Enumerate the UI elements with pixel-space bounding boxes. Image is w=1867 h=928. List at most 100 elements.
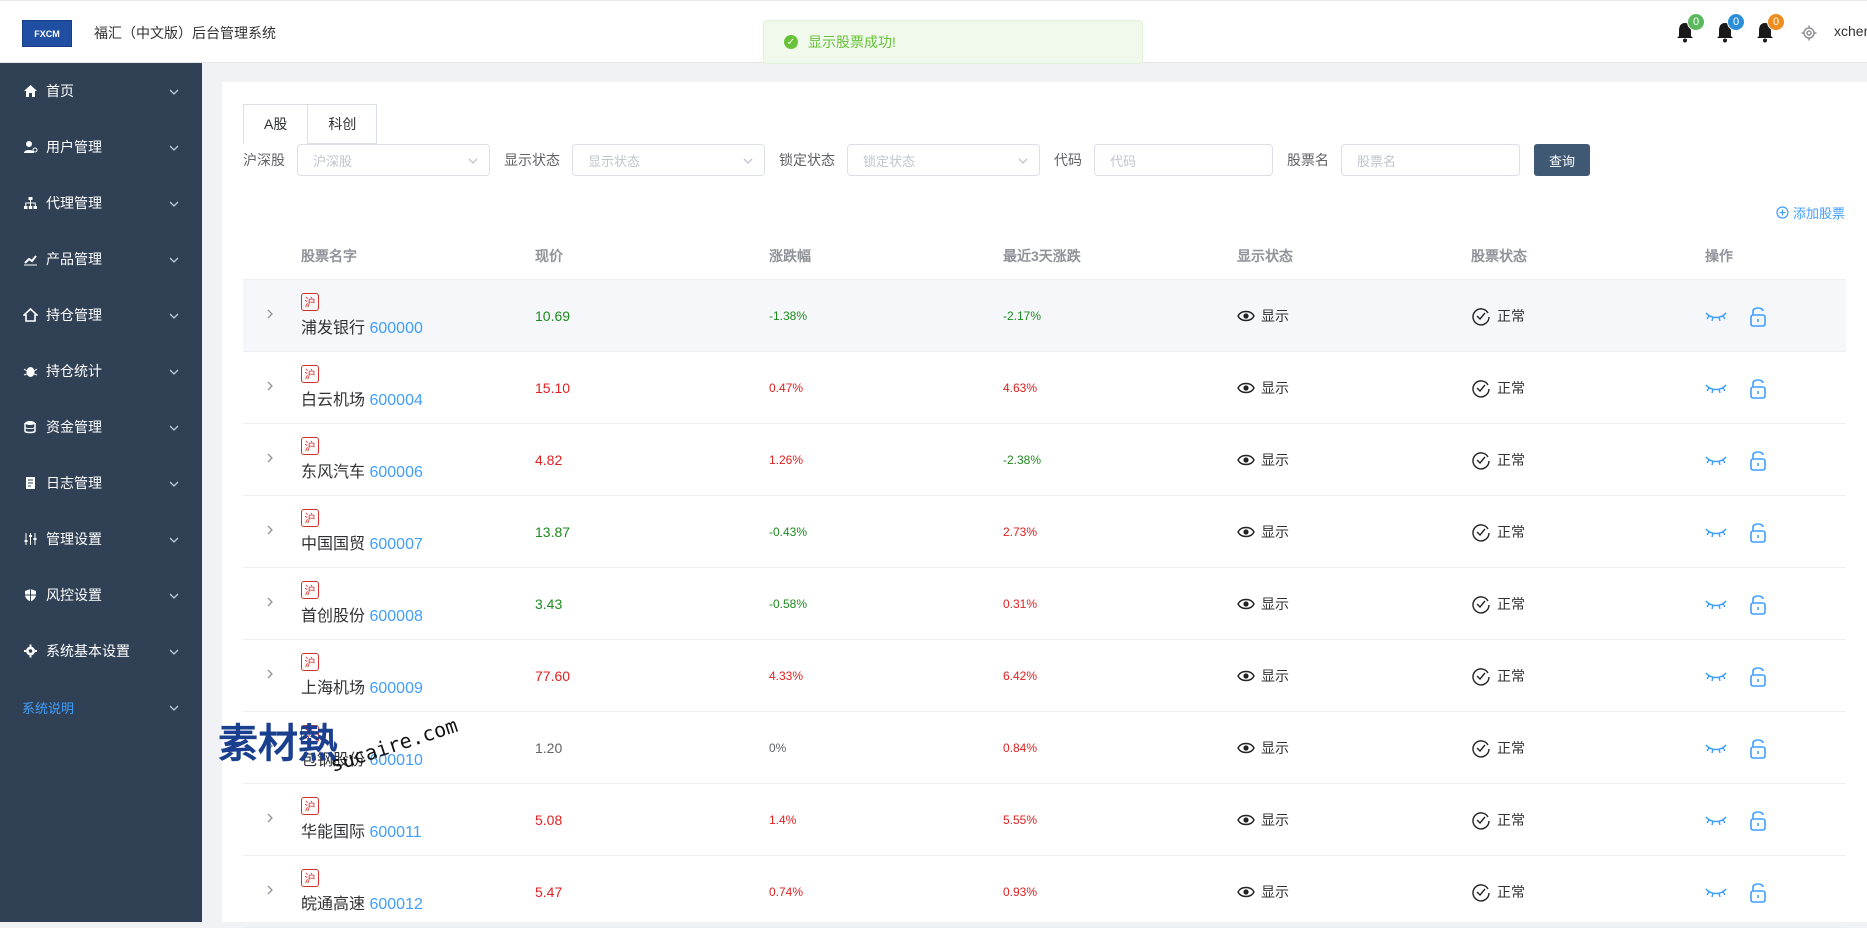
settings-gear-icon[interactable] [1801,25,1817,44]
table-row[interactable]: 沪白云机场 600004 15.10 0.47% 4.63% 显示 正常 [243,352,1846,424]
stock-status-text: 正常 [1497,523,1525,540]
query-button[interactable]: 查询 [1534,144,1590,176]
table-row[interactable]: 沪包钢股份 600010 1.20 0% 0.84% 显示 正常 [243,712,1846,784]
market-select[interactable]: 沪深股 [297,144,490,176]
hide-eye-icon[interactable] [1705,597,1727,611]
sidebar-item-8[interactable]: 管理设置 [0,511,202,567]
stock-code[interactable]: 600007 [369,536,422,553]
stock-code[interactable]: 600006 [369,464,422,481]
price-cell: 5.08 [535,811,563,828]
sidebar-item-1[interactable]: 用户管理 [0,119,202,175]
display-status-text: 显示 [1261,451,1289,468]
hide-eye-icon[interactable] [1705,669,1727,683]
app-title: 福汇（中文版）后台管理系统 [94,25,276,41]
username[interactable]: xchen [1834,23,1867,39]
display-status-cell: 显示 [1237,810,1471,830]
sidebar-item-6[interactable]: 资金管理 [0,399,202,455]
sidebar-item-11[interactable]: 系统说明 [0,679,202,735]
hide-eye-icon[interactable] [1705,525,1727,539]
sidebar-item-10[interactable]: 系统基本设置 [0,623,202,679]
display-status-select[interactable]: 显示状态 [572,144,765,176]
exchange-tag: 沪 [301,581,319,599]
chevron-right-icon [267,885,273,895]
expand-toggle[interactable] [243,524,301,539]
sidebar-item-2[interactable]: 代理管理 [0,175,202,231]
expand-toggle[interactable] [243,596,301,611]
table-row[interactable]: 沪中国国贸 600007 13.87 -0.43% 2.73% 显示 正常 [243,496,1846,568]
expand-toggle[interactable] [243,884,301,899]
sidebar-item-5[interactable]: 持仓统计 [0,343,202,399]
unlock-icon[interactable] [1749,449,1767,471]
sidebar-item-7[interactable]: 日志管理 [0,455,202,511]
table-row[interactable]: 沪浦发银行 600000 10.69 -1.38% -2.17% 显示 正常 [243,280,1846,352]
notification-bell-1[interactable]: 0 [1715,13,1745,45]
expand-toggle[interactable] [243,380,301,395]
brand-logo[interactable]: FXCM [22,20,72,47]
change-3d-cell: 6.42% [1003,668,1038,683]
expand-toggle[interactable] [243,740,301,755]
stock-code[interactable]: 600000 [369,320,422,337]
table-row[interactable]: 沪皖通高速 600012 5.47 0.74% 0.93% 显示 正常 [243,856,1846,928]
expand-toggle[interactable] [243,308,301,323]
notification-bell-0[interactable]: 0 [1675,13,1705,45]
hide-eye-icon[interactable] [1705,309,1727,323]
code-input[interactable]: 代码 [1094,144,1273,176]
display-status-text: 显示 [1261,667,1289,684]
stock-code[interactable]: 600008 [369,608,422,625]
price-cell: 13.87 [535,523,571,540]
table-row[interactable]: 沪首创股份 600008 3.43 -0.58% 0.31% 显示 正常 [243,568,1846,640]
sliders-icon [22,531,38,547]
sidebar-item-label: 资金管理 [46,419,102,435]
stock-status-text: 正常 [1497,451,1525,468]
hide-eye-icon[interactable] [1705,813,1727,827]
hide-eye-icon[interactable] [1705,741,1727,755]
table-row[interactable]: 沪东风汽车 600006 4.82 1.26% -2.38% 显示 正常 [243,424,1846,496]
stock-code[interactable]: 600009 [369,680,422,697]
stock-code[interactable]: 600012 [369,896,422,913]
unlock-icon[interactable] [1749,737,1767,759]
display-status-cell: 显示 [1237,594,1471,614]
sidebar-item-label: 持仓统计 [46,363,102,379]
stock-status-cell: 正常 [1471,882,1705,902]
sidebar-item-0[interactable]: 首页 [0,63,202,119]
add-stock-link[interactable]: 添加股票 [1776,203,1845,222]
unlock-icon[interactable] [1749,809,1767,831]
hide-eye-icon[interactable] [1705,453,1727,467]
notification-bell-2[interactable]: 0 [1755,13,1785,45]
sidebar-item-label: 产品管理 [46,251,102,267]
change-3d-cell: -2.17% [1003,308,1042,323]
check-status-icon [1472,883,1490,902]
document-icon [22,475,38,491]
exchange-tag: 沪 [301,725,319,743]
sidebar-item-3[interactable]: 产品管理 [0,231,202,287]
stock-name-cell: 沪中国国贸 600007 [301,509,535,554]
home-icon [22,83,38,99]
table-row[interactable]: 沪上海机场 600009 77.60 4.33% 6.42% 显示 正常 [243,640,1846,712]
stock-code[interactable]: 600004 [369,392,422,409]
tab-star-market[interactable]: 科创 [308,104,378,144]
chevron-down-icon [168,421,180,437]
sidebar-item-4[interactable]: 持仓管理 [0,287,202,343]
lock-status-select[interactable]: 锁定状态 [847,144,1040,176]
unlock-icon[interactable] [1749,665,1767,687]
stock-name-input[interactable]: 股票名 [1341,144,1520,176]
expand-toggle[interactable] [243,452,301,467]
market-tabs: A股 科创 [243,104,378,144]
unlock-icon[interactable] [1749,377,1767,399]
unlock-icon[interactable] [1749,305,1767,327]
unlock-icon[interactable] [1749,521,1767,543]
hide-eye-icon[interactable] [1705,381,1727,395]
sidebar-item-9[interactable]: 风控设置 [0,567,202,623]
stock-code[interactable]: 600010 [369,752,422,769]
stock-status-cell: 正常 [1471,810,1705,830]
expand-toggle[interactable] [243,668,301,683]
hide-eye-icon[interactable] [1705,885,1727,899]
unlock-icon[interactable] [1749,593,1767,615]
actions-cell [1705,305,1845,327]
exchange-tag: 沪 [301,437,319,455]
tab-a-shares[interactable]: A股 [243,104,309,144]
table-row[interactable]: 沪华能国际 600011 5.08 1.4% 5.55% 显示 正常 [243,784,1846,856]
expand-toggle[interactable] [243,812,301,827]
unlock-icon[interactable] [1749,881,1767,903]
stock-code[interactable]: 600011 [369,824,421,841]
